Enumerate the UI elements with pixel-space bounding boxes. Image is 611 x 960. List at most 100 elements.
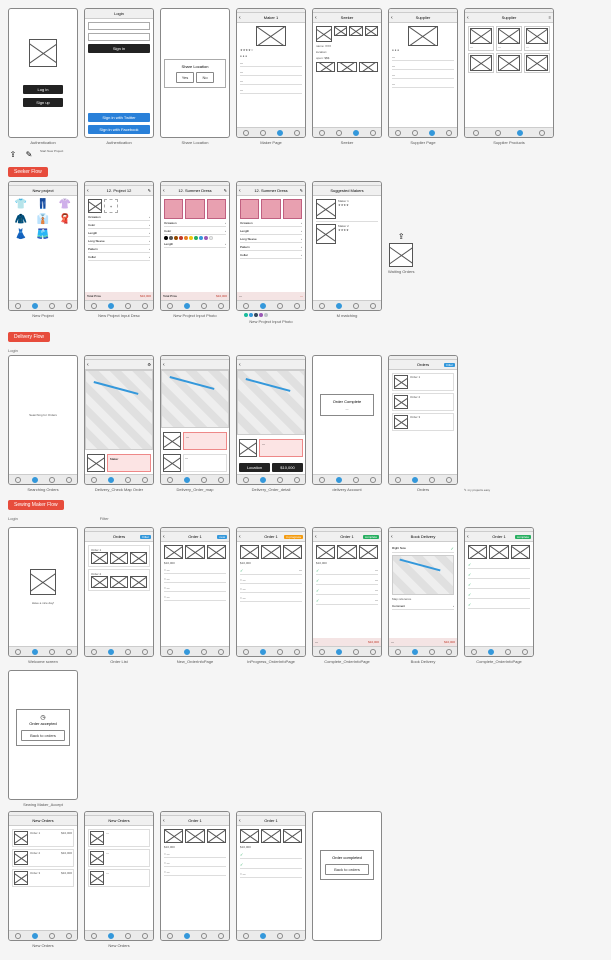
nav-item[interactable]: [395, 477, 401, 483]
nav-item[interactable]: [336, 130, 342, 136]
nav-item[interactable]: [142, 933, 148, 939]
nav-item[interactable]: [412, 477, 418, 483]
back-icon[interactable]: ‹: [467, 15, 469, 21]
back-icon[interactable]: ‹: [163, 362, 165, 368]
nav-item[interactable]: [218, 303, 224, 309]
nav-item[interactable]: [471, 649, 477, 655]
nav-item[interactable]: [353, 130, 359, 136]
nav-item[interactable]: [517, 130, 523, 136]
nav-item[interactable]: [15, 303, 21, 309]
product-card[interactable]: [496, 53, 522, 73]
back-icon[interactable]: ‹: [87, 362, 89, 368]
order-row[interactable]: Order 1: [392, 373, 454, 391]
order-row[interactable]: Order 2: [392, 393, 454, 411]
field-row[interactable]: Collar›: [240, 252, 302, 259]
nav-item[interactable]: [142, 477, 148, 483]
nav-item[interactable]: [167, 477, 173, 483]
nav-item[interactable]: [243, 130, 249, 136]
nav-item[interactable]: [66, 303, 72, 309]
nav-item[interactable]: [294, 477, 300, 483]
menu-icon[interactable]: ≡: [549, 15, 551, 20]
nav-item[interactable]: [15, 477, 21, 483]
product-card[interactable]: —: [496, 26, 522, 51]
back-icon[interactable]: ‹: [315, 534, 317, 540]
nav-item[interactable]: [91, 933, 97, 939]
nav-item[interactable]: [15, 933, 21, 939]
garment-icon[interactable]: 👖: [34, 199, 52, 210]
nav-item[interactable]: [125, 933, 131, 939]
facebook-signin-button[interactable]: Sign in with Facebook: [88, 125, 150, 134]
nav-item[interactable]: [370, 303, 376, 309]
nav-item[interactable]: [32, 933, 38, 939]
nav-item[interactable]: [395, 649, 401, 655]
nav-item[interactable]: [49, 649, 55, 655]
edit-icon[interactable]: ✎: [224, 188, 227, 193]
nav-item[interactable]: [353, 477, 359, 483]
login-button[interactable]: Log in: [23, 85, 63, 94]
back-icon[interactable]: ‹: [391, 534, 393, 540]
nav-item[interactable]: [294, 649, 300, 655]
username-input[interactable]: [88, 22, 150, 30]
nav-item[interactable]: [260, 303, 266, 309]
nav-item[interactable]: [201, 477, 207, 483]
add-photo[interactable]: [88, 199, 102, 213]
nav-item[interactable]: [522, 649, 528, 655]
field-collar[interactable]: Collar›: [88, 254, 150, 261]
nav-item[interactable]: [539, 130, 545, 136]
nav-item[interactable]: [201, 649, 207, 655]
nav-item[interactable]: [319, 649, 325, 655]
nav-item[interactable]: [243, 303, 249, 309]
order-row[interactable]: Order 1$10,000: [12, 829, 74, 847]
field-color[interactable]: Color›: [88, 222, 150, 229]
field-row[interactable]: Long Sleeve›: [240, 236, 302, 243]
order-row[interactable]: Order 2$10,000: [12, 849, 74, 867]
nav-item[interactable]: [243, 933, 249, 939]
nav-item[interactable]: [32, 303, 38, 309]
nav-item[interactable]: [184, 649, 190, 655]
back-icon[interactable]: ‹: [163, 188, 165, 194]
rightnow-row[interactable]: Right Now✓: [392, 545, 454, 553]
maker-info-card[interactable]: Maker: [85, 452, 153, 474]
nav-item[interactable]: [125, 477, 131, 483]
nav-item[interactable]: [15, 649, 21, 655]
nav-item[interactable]: [125, 649, 131, 655]
back-to-orders-button[interactable]: Back to orders: [21, 730, 65, 741]
back-icon[interactable]: ‹: [239, 15, 241, 21]
nav-item[interactable]: [353, 303, 359, 309]
back-icon[interactable]: ‹: [315, 15, 317, 21]
nav-item[interactable]: [260, 933, 266, 939]
order-row[interactable]: —: [88, 869, 150, 887]
back-icon[interactable]: ‹: [163, 818, 165, 824]
product-card[interactable]: [524, 53, 550, 73]
back-icon[interactable]: ‹: [239, 534, 241, 540]
nav-item[interactable]: [108, 933, 114, 939]
nav-item[interactable]: [49, 477, 55, 483]
back-icon[interactable]: ‹: [239, 188, 241, 194]
product-card[interactable]: —: [524, 26, 550, 51]
field-row[interactable]: Color›: [164, 228, 226, 235]
yes-button[interactable]: Yes: [176, 72, 194, 83]
order-card[interactable]: Order 1: [88, 545, 150, 567]
nav-item[interactable]: [32, 649, 38, 655]
location-button[interactable]: Location: [239, 463, 270, 472]
signup-button[interactable]: Sign up: [23, 98, 63, 107]
field-row[interactable]: Length›: [240, 228, 302, 235]
back-icon[interactable]: ‹: [467, 534, 469, 540]
nav-item[interactable]: [370, 130, 376, 136]
nav-item[interactable]: [429, 477, 435, 483]
twitter-signin-button[interactable]: Sign in with Twitter: [88, 113, 150, 122]
price-button[interactable]: $10,000: [272, 463, 303, 472]
garment-icon[interactable]: 👚: [56, 199, 74, 210]
map-view[interactable]: [161, 370, 229, 428]
nav-item[interactable]: [184, 303, 190, 309]
nav-item[interactable]: [370, 477, 376, 483]
password-input[interactable]: [88, 33, 150, 41]
map-view[interactable]: [85, 370, 153, 450]
nav-item[interactable]: [260, 130, 266, 136]
nav-item[interactable]: [91, 477, 97, 483]
nav-item[interactable]: [446, 130, 452, 136]
nav-item[interactable]: [167, 649, 173, 655]
field-row[interactable]: Occasion›: [240, 220, 302, 227]
field-pattern[interactable]: Pattern›: [88, 246, 150, 253]
nav-item[interactable]: [125, 303, 131, 309]
